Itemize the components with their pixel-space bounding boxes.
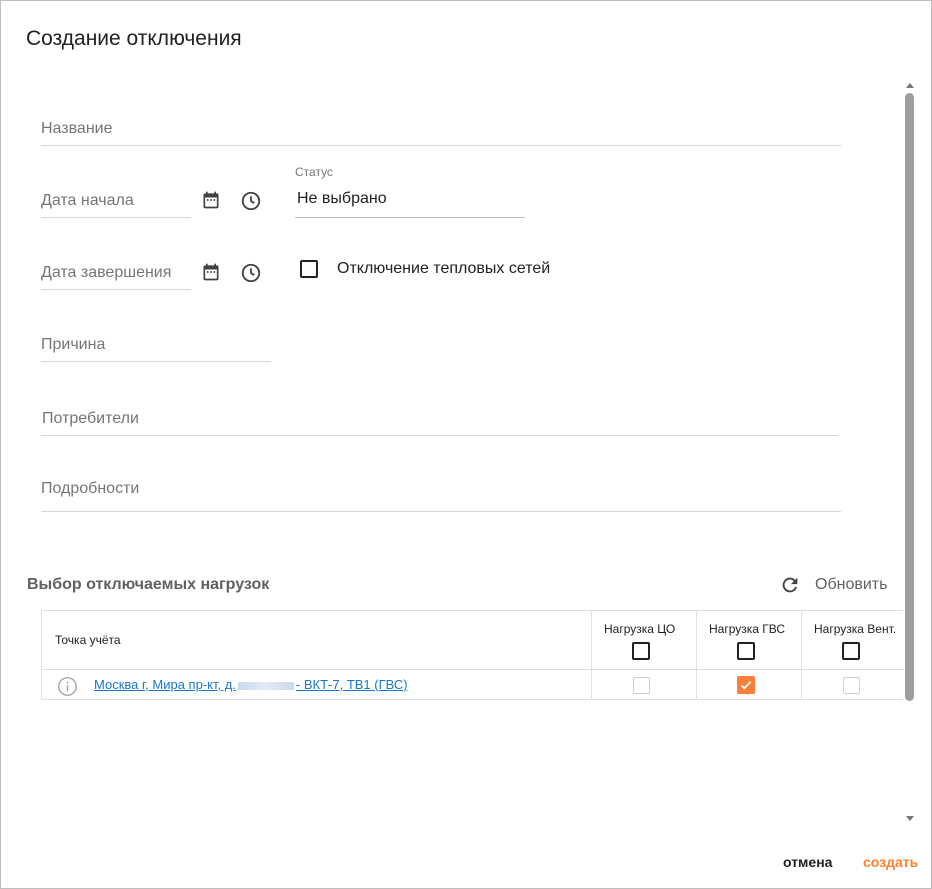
column-header-point: Точка учёта	[42, 611, 592, 670]
loads-section-title: Выбор отключаемых нагрузок	[27, 576, 270, 593]
calendar-icon[interactable]	[200, 189, 222, 211]
column-header-vent: Нагрузка Вент.	[802, 611, 904, 670]
heat-network-checkbox[interactable]	[300, 260, 318, 278]
name-field[interactable]: Название	[41, 111, 841, 146]
scroll-down-arrow-icon[interactable]	[906, 816, 914, 821]
name-placeholder: Название	[41, 120, 113, 137]
consumers-placeholder: Потребители	[42, 410, 139, 427]
details-placeholder: Подробности	[41, 480, 140, 497]
heat-network-checkbox-label[interactable]: Отключение тепловых сетей	[337, 260, 550, 278]
select-all-co-checkbox[interactable]	[632, 642, 650, 660]
start-date-placeholder: Дата начала	[41, 192, 134, 209]
load-co-checkbox	[633, 677, 650, 694]
metering-point-device: - ВКТ-7, ТВ1 (ГВС)	[295, 677, 408, 692]
metering-point-link[interactable]: Москва г, Мира пр-кт, д. - ВКТ-7, ТВ1 (ГВ…	[94, 677, 408, 692]
start-date-field[interactable]: Дата начала	[41, 183, 191, 218]
column-header-co: Нагрузка ЦО	[592, 611, 697, 670]
status-select[interactable]: Не выбрано	[295, 183, 525, 218]
table-cell-vent	[802, 670, 904, 700]
table-row: Москва г, Мира пр-кт, д. - ВКТ-7, ТВ1 (ГВ…	[42, 670, 592, 700]
load-vent-checkbox	[843, 677, 860, 694]
info-icon[interactable]	[56, 675, 78, 697]
scrollbar[interactable]	[903, 81, 917, 825]
end-date-placeholder: Дата завершения	[41, 264, 172, 281]
table-cell-gvs	[697, 670, 802, 700]
scroll-up-arrow-icon[interactable]	[906, 83, 914, 88]
column-header-point-label: Точка учёта	[55, 633, 121, 647]
cancel-button[interactable]: отмена	[783, 854, 832, 870]
end-date-field[interactable]: Дата завершения	[41, 255, 191, 290]
scroll-thumb[interactable]	[905, 93, 914, 701]
redacted-text	[237, 681, 294, 690]
select-all-vent-checkbox[interactable]	[842, 642, 860, 660]
consumers-field[interactable]: Потребители	[41, 399, 838, 436]
create-outage-dialog: Создание отключения Название Дата начала…	[0, 0, 932, 889]
reason-placeholder: Причина	[41, 336, 106, 353]
column-header-co-label: Нагрузка ЦО	[604, 622, 676, 636]
select-all-gvs-checkbox[interactable]	[737, 642, 755, 660]
metering-point-address: Москва г, Мира пр-кт, д.	[94, 677, 236, 692]
calendar-icon[interactable]	[200, 261, 222, 283]
column-header-vent-label: Нагрузка Вент.	[814, 622, 897, 636]
status-value: Не выбрано	[297, 190, 387, 207]
refresh-icon	[782, 577, 798, 593]
create-button[interactable]: создать	[863, 854, 918, 870]
clock-icon[interactable]	[239, 261, 263, 285]
refresh-label: Обновить	[815, 576, 888, 593]
refresh-button[interactable]: Обновить	[779, 574, 887, 596]
column-header-gvs: Нагрузка ГВС	[697, 611, 802, 670]
status-label: Статус	[295, 165, 333, 179]
loads-table: Точка учёта Нагрузка ЦО Нагрузка ГВС Наг…	[41, 610, 904, 700]
clock-icon[interactable]	[239, 189, 263, 213]
column-header-gvs-label: Нагрузка ГВС	[709, 622, 786, 636]
reason-field[interactable]: Причина	[41, 327, 271, 362]
table-cell-co	[592, 670, 697, 700]
details-field[interactable]: Подробности	[41, 471, 841, 512]
dialog-title: Создание отключения	[26, 27, 242, 50]
load-gvs-checkbox[interactable]	[737, 676, 755, 694]
check-icon	[740, 681, 752, 690]
